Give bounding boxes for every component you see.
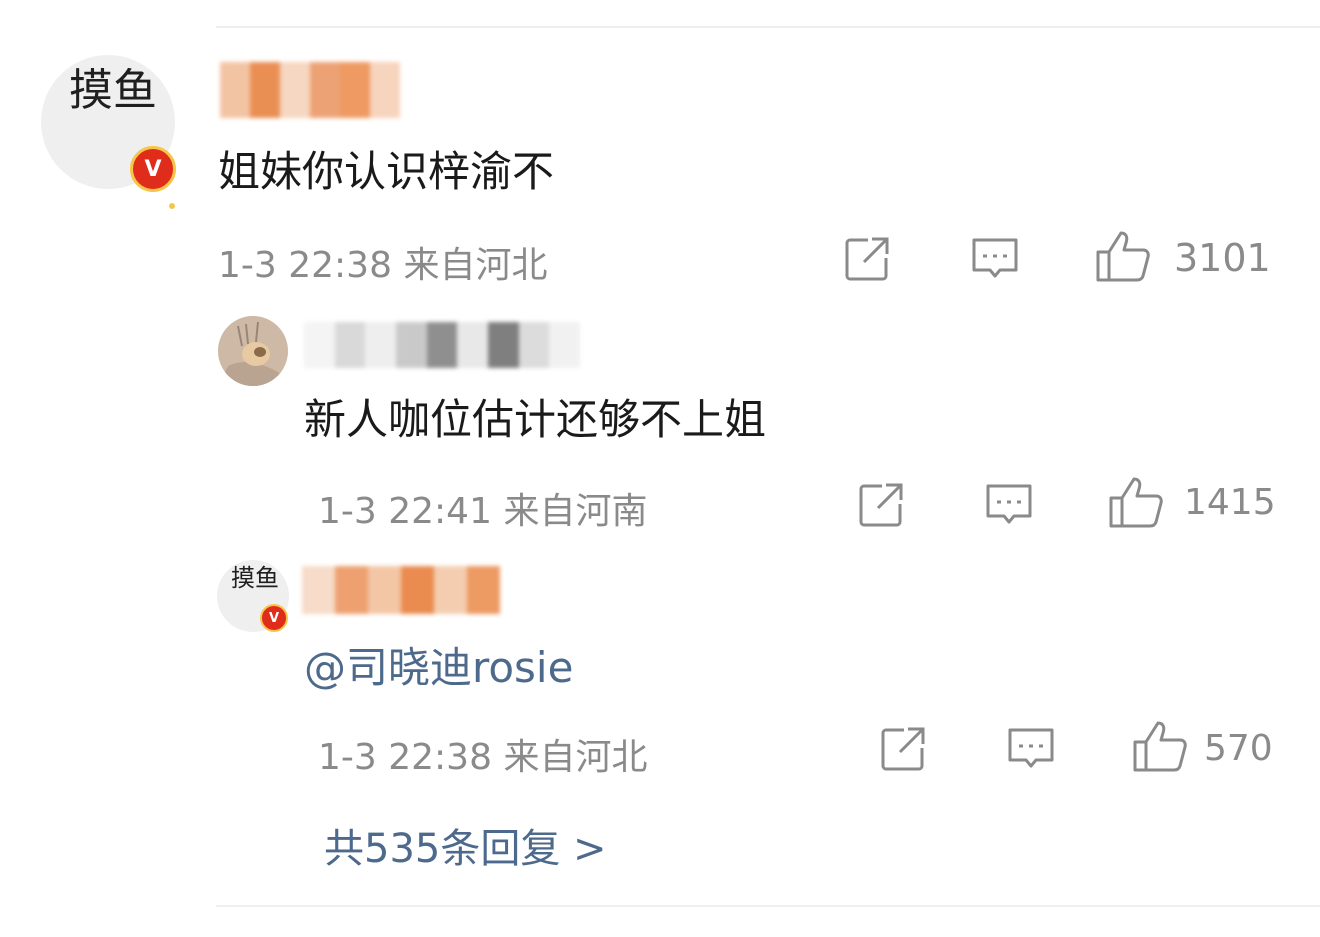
share-icon[interactable] [878, 724, 928, 774]
reply-meta: 1-3 22:41 来自河南 [318, 482, 647, 534]
reply-time: 1-3 22:38 [318, 737, 492, 778]
reply-meta: 1-3 22:38 来自河北 [318, 728, 647, 780]
reply-location: 来自河北 [503, 737, 648, 778]
reply-username-blurred[interactable] [304, 322, 580, 368]
avatar-glyph: 摸鱼 [69, 65, 157, 116]
comment-icon[interactable] [970, 234, 1020, 284]
more-replies-link[interactable]: 共535条回复 > [324, 816, 607, 874]
like-count: 3101 [1174, 236, 1271, 280]
username-blurred[interactable] [220, 62, 400, 118]
like-count: 1415 [1184, 482, 1276, 523]
like-icon[interactable] [1108, 476, 1164, 530]
comment-time: 1-3 22:38 [218, 245, 392, 286]
verified-badge-icon: V [260, 604, 288, 632]
reply-avatar[interactable] [218, 316, 288, 386]
bottom-divider [216, 905, 1320, 907]
cat-photo-icon [218, 316, 288, 386]
reply-text: 新人咖位估计还够不上姐 [304, 395, 767, 444]
comment-thread: 摸鱼 V 姐妹你认识梓渝不 1-3 22:38 来自河北 3101 新人咖位估计… [0, 0, 1320, 937]
verified-badge-icon: V [130, 146, 176, 192]
comment-text: 姐妹你认识梓渝不 [218, 147, 555, 196]
share-icon[interactable] [856, 480, 906, 530]
reply-time: 1-3 22:41 [318, 491, 492, 532]
avatar-glyph: 摸鱼 [231, 564, 279, 592]
share-icon[interactable] [842, 234, 892, 284]
comment-icon[interactable] [984, 480, 1034, 530]
reply-location: 来自河南 [503, 491, 648, 532]
like-icon[interactable] [1132, 720, 1188, 774]
top-divider [216, 26, 1320, 28]
reply-username-blurred[interactable] [302, 566, 500, 614]
comment-location: 来自河北 [403, 245, 548, 286]
like-count: 570 [1204, 728, 1273, 769]
mention-link[interactable]: @司晓迪rosie [304, 634, 573, 695]
comment-meta: 1-3 22:38 来自河北 [218, 236, 547, 288]
comment-icon[interactable] [1006, 724, 1056, 774]
like-icon[interactable] [1095, 230, 1151, 284]
